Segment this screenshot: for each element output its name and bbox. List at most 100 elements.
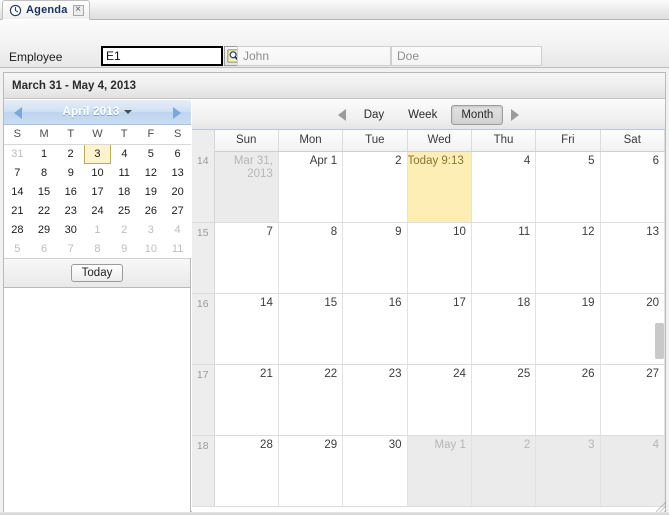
employee-lastname-field[interactable]: Doe [391,46,542,66]
mini-day-cell[interactable]: 2 [57,144,85,163]
mini-day-cell[interactable]: 25 [110,201,138,220]
month-day-cell-today[interactable]: Today 9:13 p [407,151,472,223]
view-button-month[interactable]: Month [451,104,504,125]
mini-day-cell[interactable]: 4 [164,220,191,239]
mini-day-cell[interactable]: 23 [57,201,85,220]
mini-day-cell[interactable]: 9 [110,239,138,258]
mini-day-cell[interactable]: 20 [164,182,191,201]
mini-calendar-title[interactable]: April 2013 [63,106,120,118]
month-day-cell[interactable]: 10 [407,222,472,294]
day-number-label: 27 [646,367,659,380]
month-week-row: 15 7 8 9 10 11 12 13 [192,222,666,294]
month-day-cell[interactable]: 3 [535,435,601,507]
mini-day-cell[interactable]: 1 [84,220,111,239]
month-day-cell[interactable]: 21 [214,364,279,436]
mini-day-cell[interactable]: 24 [84,201,111,220]
mini-day-cell[interactable]: 26 [137,201,165,220]
month-day-cell[interactable]: 9 [342,222,408,294]
mini-day-cell[interactable]: 14 [4,182,31,201]
month-day-cell[interactable]: 13 [600,222,666,294]
month-week-row: 14 Mar 31, 2013 Apr 1 2 Today 9:13 p 4 5 6 [192,151,666,223]
month-day-cell[interactable]: 27 [600,364,666,436]
day-number-label: 24 [453,367,466,380]
mini-day-cell[interactable]: 22 [30,201,58,220]
month-day-cell[interactable]: 16 [342,293,408,365]
chevron-down-icon[interactable] [124,110,133,114]
employee-firstname-field[interactable]: John [237,46,391,66]
month-day-cell[interactable]: May 1 [407,435,472,507]
month-day-cell[interactable]: Apr 1 [278,151,344,223]
month-day-cell[interactable]: 12 [535,222,601,294]
month-day-cell[interactable]: Mar 31, 2013 [214,151,279,223]
month-day-cell[interactable]: 7 [214,222,279,294]
month-day-cell[interactable]: 17 [407,293,472,365]
employee-id-input[interactable] [101,46,223,66]
mini-day-cell[interactable]: 30 [57,220,85,239]
mini-day-cell[interactable]: 27 [164,201,191,220]
mini-day-cell[interactable]: 4 [110,144,138,163]
mini-day-cell[interactable]: 16 [57,182,85,201]
close-icon[interactable]: × [72,4,84,16]
mini-day-cell[interactable]: 1 [30,144,58,163]
mini-day-cell[interactable]: 18 [110,182,138,201]
month-day-cell[interactable]: 29 [278,435,344,507]
day-number-label: 16 [388,296,402,309]
mini-day-cell[interactable]: 10 [84,163,111,182]
mini-day-cell[interactable]: 19 [137,182,165,201]
month-day-cell[interactable]: 22 [278,364,344,436]
mini-day-cell[interactable]: 8 [30,163,58,182]
next-period-button[interactable] [511,108,520,121]
mini-day-cell[interactable]: 3 [137,220,165,239]
view-button-day[interactable]: Day [354,105,394,125]
month-day-cell[interactable]: 14 [214,293,279,365]
today-button[interactable]: Today [70,264,124,282]
mini-day-cell[interactable]: 12 [137,163,165,182]
mini-day-cell[interactable]: 31 [4,144,31,163]
view-button-week[interactable]: Week [398,105,447,125]
mini-day-cell[interactable]: 21 [4,201,31,220]
month-day-cell[interactable]: 28 [214,435,279,507]
mini-day-cell[interactable]: 6 [30,239,58,258]
mini-day-cell[interactable]: 9 [57,163,85,182]
mini-day-cell[interactable]: 29 [30,220,58,239]
prev-period-button[interactable] [337,108,346,121]
month-day-cell[interactable]: 26 [535,364,601,436]
month-day-cell[interactable]: 8 [278,222,344,294]
tab-agenda[interactable]: Agenda × [2,0,90,20]
mini-day-today[interactable]: 3 [83,143,112,164]
month-day-cell[interactable]: 2 [342,151,408,223]
month-day-cell[interactable]: 23 [342,364,408,436]
mini-day-cell[interactable]: 11 [110,163,138,182]
month-day-cell[interactable]: 19 [535,293,601,365]
month-day-cell[interactable]: 2 [471,435,537,507]
month-day-cell[interactable]: 18 [471,293,537,365]
month-day-cell[interactable]: 4 [600,435,666,507]
mini-day-cell[interactable]: 11 [164,239,191,258]
mini-dow-1: M [30,125,58,145]
mini-day-cell[interactable]: 5 [4,239,31,258]
mini-day-cell[interactable]: 10 [137,239,165,258]
month-day-cell[interactable]: 4 [471,151,537,223]
mini-next-month-button[interactable] [173,107,181,119]
mini-day-cell[interactable]: 13 [164,163,191,182]
month-day-cell[interactable]: 15 [278,293,344,365]
month-day-cell[interactable]: 25 [471,364,537,436]
mini-day-cell[interactable]: 17 [84,182,111,201]
mini-day-cell[interactable]: 6 [164,144,191,163]
mini-prev-month-button[interactable] [14,107,22,119]
month-day-cell[interactable]: 24 [407,364,472,436]
mini-day-cell[interactable]: 8 [84,239,111,258]
week-number-cell: 17 [192,364,215,436]
mini-day-cell[interactable]: 2 [110,220,138,239]
mini-day-cell[interactable]: 15 [30,182,58,201]
month-day-cell[interactable]: 6 [600,151,666,223]
vertical-scrollbar-thumb[interactable] [655,323,664,359]
day-number-label: 20 [646,296,659,309]
month-day-cell[interactable]: 5 [535,151,601,223]
month-day-cell[interactable]: 11 [471,222,537,294]
mini-day-cell[interactable]: 7 [4,163,31,182]
mini-day-cell[interactable]: 5 [137,144,165,163]
mini-day-cell[interactable]: 7 [57,239,85,258]
mini-day-cell[interactable]: 28 [4,220,31,239]
month-day-cell[interactable]: 30 [342,435,408,507]
